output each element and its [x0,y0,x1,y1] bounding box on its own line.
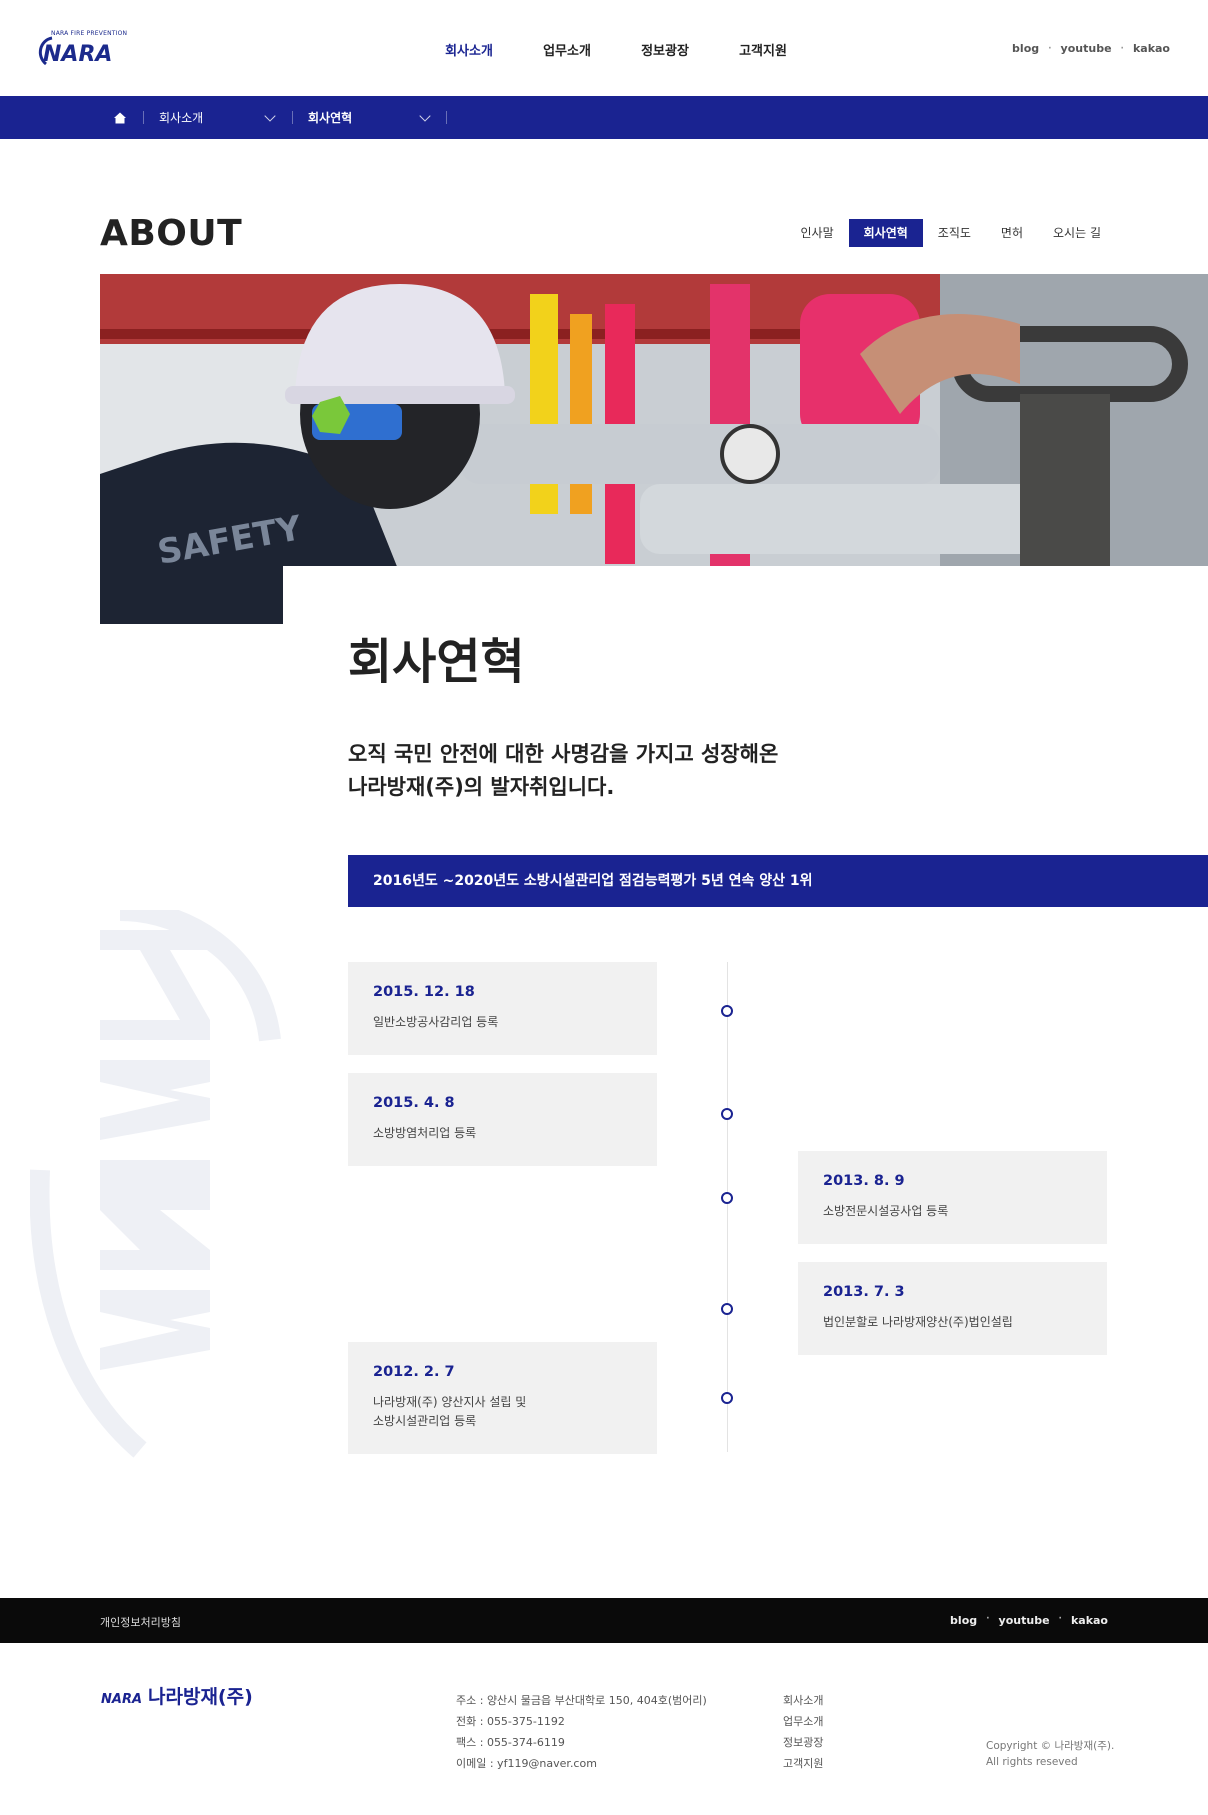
nara-watermark-icon [30,910,281,1458]
youtube-link[interactable]: youtube [1061,42,1112,55]
separator-dot: · [1048,43,1052,54]
timeline-card: 2013. 8. 9 소방전문시설공사업 등록 [798,1151,1107,1244]
tab-history[interactable]: 회사연혁 [848,219,923,247]
timeline-desc: 법인분할로 나라방재양산(주)법인설립 [823,1315,1013,1329]
site-header: NARA FIRE PREVENTION NARA 회사소개 업무소개 정보광장… [0,0,1208,96]
separator-dot: · [1120,43,1124,54]
copyright-line-2: All rights reseved [986,1756,1078,1768]
kakao-link[interactable]: kakao [1071,1614,1108,1627]
timeline-desc-line: 소방시설관리업 등록 [373,1414,477,1428]
timeline-dot [721,1392,733,1404]
timeline-card: 2015. 4. 8 소방방염처리업 등록 [348,1073,657,1166]
logo-wordmark: NARA [43,42,112,67]
section-label: ABOUT [100,213,243,254]
timeline-date: 2015. 4. 8 [373,1095,455,1111]
footer-nav-company[interactable]: 회사소개 [783,1690,823,1711]
tab-license[interactable]: 면허 [986,219,1038,247]
youtube-link[interactable]: youtube [999,1614,1050,1627]
footer-nav-business[interactable]: 업무소개 [783,1711,823,1732]
breadcrumb-divider [143,111,144,124]
tab-greeting[interactable]: 인사말 [786,219,849,247]
timeline-desc: 소방전문시설공사업 등록 [823,1204,949,1218]
footer-sns-links: blog · youtube · kakao [950,1614,1108,1627]
nav-item-support[interactable]: 고객지원 [714,40,812,59]
timeline-date: 2015. 12. 18 [373,984,475,1000]
address-text: 주소 : 양산시 물금읍 부산대학로 150, 404호(범어리) [456,1694,707,1707]
lead-line-2: 나라방재(주)의 발자취입니다. [348,775,615,799]
chevron-down-icon[interactable] [264,110,276,122]
timeline-date: 2013. 8. 9 [823,1173,905,1189]
company-name: 나라방재(주) [148,1686,253,1708]
copyright-line-1: Copyright © 나라방재(주). [986,1740,1115,1752]
copyright: Copyright © 나라방재(주). All rights reseved [986,1738,1114,1770]
separator-dot: · [986,1614,990,1624]
footer-logo: NARA 나라방재(주) [100,1686,253,1712]
blog-link[interactable]: blog [950,1614,977,1627]
header-sns-links: blog · youtube · kakao [1012,42,1170,55]
nara-logo-icon: NARA [38,36,112,67]
lead-text: 오직 국민 안전에 대한 사명감을 가지고 성장해온 나라방재(주)의 발자취입… [348,738,778,804]
chevron-down-icon[interactable] [419,110,431,122]
sub-tabs: 인사말 회사연혁 조직도 면허 오시는 길 [786,219,1117,247]
timeline-desc: 일반소방공사감리업 등록 [373,1015,499,1029]
page-title: 회사연혁 [348,634,525,690]
blog-link[interactable]: blog [1012,42,1039,55]
footer-nav-info[interactable]: 정보광장 [783,1732,823,1753]
email-text: 이메일 : yf119@naver.com [456,1757,597,1770]
tab-directions[interactable]: 오시는 길 [1038,219,1116,247]
timeline-date: 2013. 7. 3 [823,1284,905,1300]
breadcrumb: 회사소개 회사연혁 [0,96,1208,139]
timeline-card: 2015. 12. 18 일반소방공사감리업 등록 [348,962,657,1055]
footer-logo-wordmark: NARA [101,1692,142,1707]
timeline-card: 2013. 7. 3 법인분할로 나라방재양산(주)법인설립 [798,1262,1107,1355]
company-info: 주소 : 양산시 물금읍 부산대학로 150, 404호(범어리) 전화 : 0… [456,1690,707,1774]
timeline-desc: 나라방재(주) 양산지사 설립 및 소방시설관리업 등록 [373,1393,632,1431]
timeline-axis [727,962,728,1452]
lead-line-1: 오직 국민 안전에 대한 사명감을 가지고 성장해온 [348,742,779,766]
breadcrumb-level2[interactable]: 회사연혁 [308,109,352,126]
footer-bar: 개인정보처리방침 blog · youtube · kakao [0,1598,1208,1643]
nav-item-company[interactable]: 회사소개 [420,40,518,59]
tab-organization[interactable]: 조직도 [923,219,986,247]
nav-item-info[interactable]: 정보광장 [616,40,714,59]
main-nav: 회사소개 업무소개 정보광장 고객지원 [420,40,812,59]
kakao-link[interactable]: kakao [1133,42,1170,55]
timeline-card: 2012. 2. 7 나라방재(주) 양산지사 설립 및 소방시설관리업 등록 [348,1342,657,1454]
fax-text: 팩스 : 055-374-6119 [456,1736,565,1749]
nav-item-business[interactable]: 업무소개 [518,40,616,59]
site-logo[interactable]: NARA FIRE PREVENTION NARA [38,28,130,70]
breadcrumb-divider [292,111,293,124]
footer-nav-support[interactable]: 고객지원 [783,1753,823,1774]
privacy-policy-link[interactable]: 개인정보처리방침 [100,1614,181,1630]
timeline-date: 2012. 2. 7 [373,1364,455,1380]
timeline-desc: 소방방염처리업 등록 [373,1126,477,1140]
separator-dot: · [1058,1614,1062,1624]
timeline-desc-line: 나라방재(주) 양산지사 설립 및 [373,1395,527,1409]
breadcrumb-level1[interactable]: 회사소개 [159,109,203,126]
nara-logo-icon: NARA [101,1692,142,1707]
home-icon[interactable] [113,110,127,124]
timeline-dot [721,1192,733,1204]
timeline-dot [721,1005,733,1017]
breadcrumb-divider [446,111,447,124]
footer-nav: 회사소개 업무소개 정보광장 고객지원 [783,1690,823,1774]
phone-text: 전화 : 055-375-1192 [456,1715,565,1728]
timeline-dot [721,1303,733,1315]
timeline-dot [721,1108,733,1120]
award-banner: 2016년도 ~2020년도 소방시설관리업 점검능력평가 5년 연속 양산 1… [348,855,1208,907]
